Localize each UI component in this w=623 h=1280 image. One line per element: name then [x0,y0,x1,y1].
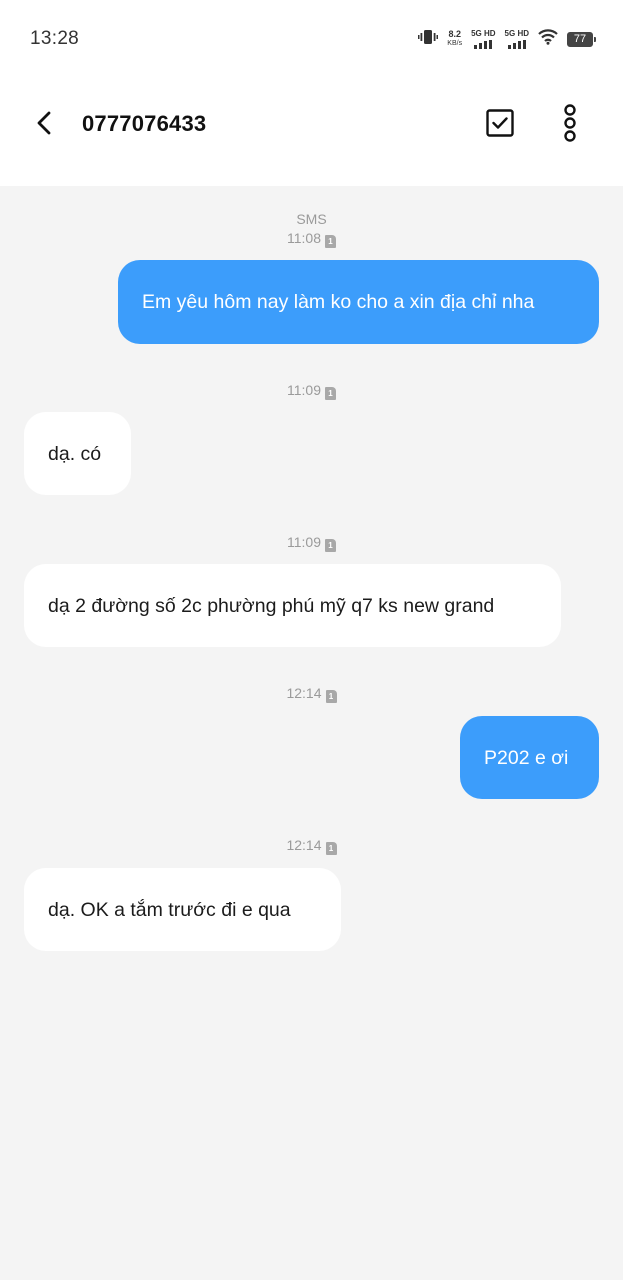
message-text: dạ 2 đường số 2c phường phú mỹ q7 ks new… [48,594,495,617]
sim2-label: 5G HD [504,29,529,38]
message-timestamp: 11:09 1 [0,382,623,400]
network-speed: 8.2 KB/s [447,30,462,48]
more-vertical-icon [564,104,576,142]
message-text: dạ. OK a tắm trước đi e qua [48,898,291,921]
timestamp-text: 12:14 [286,685,322,701]
select-checkbox-icon [486,109,514,137]
message-text: P202 e ơi [484,746,569,769]
sim-card-icon: 1 [325,387,336,400]
sim-card-icon: 1 [325,842,337,855]
battery-icon: 77 [567,31,596,47]
message-timestamp: 11:08 1 [0,230,623,248]
status-icons: 8.2 KB/s 5G HD 5G HD 77 [418,24,596,54]
sim1-label: 5G HD [471,29,496,38]
incoming-message[interactable]: dạ. OK a tắm trước đi e qua [24,868,341,951]
status-time: 13:28 [30,28,80,49]
timestamp-text: 11:09 [287,382,321,398]
conversation-header: 0777076433 [0,78,623,186]
sim2-signal: 5G HD [505,29,529,49]
more-options-button[interactable] [556,103,584,143]
sms-label: SMS [296,211,327,227]
sim-card-icon: 1 [325,539,336,552]
network-speed-unit: KB/s [447,40,463,47]
outgoing-message[interactable]: Em yêu hôm nay làm ko cho a xin địa chỉ … [118,260,599,344]
timestamp-text: 12:14 [286,837,322,853]
signal-icon [507,40,526,49]
signal-icon [474,40,493,49]
wifi-icon [538,28,558,50]
sim-card-icon: 1 [325,235,336,248]
message-timestamp: 12:14 1 [0,837,623,855]
outgoing-message[interactable]: P202 e ơi [460,716,599,799]
status-bar: 13:28 8.2 KB/s 5G HD 5G HD 77 [0,0,623,78]
message-text: Em yêu hôm nay làm ko cho a xin địa chỉ … [142,291,535,313]
contact-title: 0777076433 [82,111,207,136]
back-button[interactable] [30,108,60,138]
timestamp-text: 11:08 [287,230,321,246]
incoming-message[interactable]: dạ. có [24,412,131,495]
back-arrow-icon [37,111,51,135]
sim1-signal: 5G HD [471,29,496,49]
select-messages-button[interactable] [485,108,515,138]
incoming-message[interactable]: dạ 2 đường số 2c phường phú mỹ q7 ks new… [24,564,561,647]
message-thread[interactable]: SMS 11:08 1 Em yêu hôm nay làm ko cho a x… [0,186,623,1280]
network-speed-value: 8.2 [448,29,461,39]
message-timestamp: 11:09 1 [0,534,623,552]
timestamp-text: 11:09 [287,534,321,550]
message-text: dạ. có [48,442,102,465]
message-timestamp: 12:14 1 [0,685,623,703]
vibrate-icon [418,28,439,51]
sim-card-icon: 1 [325,690,337,703]
